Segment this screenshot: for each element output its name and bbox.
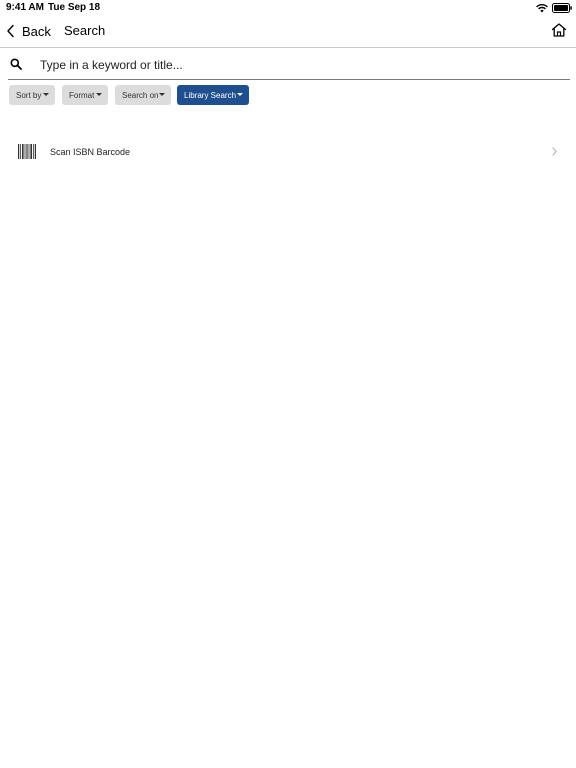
caret-down-icon [237,93,243,96]
back-label: Back [22,23,51,39]
caret-down-icon [96,93,102,96]
search-bar [8,52,570,80]
barcode-icon [18,144,36,159]
search-icon [10,58,22,70]
search-on-dropdown[interactable]: Search on [115,85,171,105]
search-on-label: Search on [122,90,159,100]
battery-icon [552,3,572,13]
format-label: Format [69,90,95,100]
library-search-label: Library Search [184,90,237,100]
scan-isbn-label: Scan ISBN Barcode [50,147,131,157]
search-input[interactable] [40,54,560,76]
wifi-icon [536,3,548,13]
chevron-left-icon [7,24,14,38]
page-title: Search [64,23,106,38]
status-bar: 9:41 AM Tue Sep 18 [0,0,576,16]
caret-down-icon [159,93,165,96]
nav-bar: Back Search [0,16,576,48]
format-dropdown[interactable]: Format [62,85,108,105]
library-search-dropdown[interactable]: Library Search [177,85,249,105]
back-button[interactable]: Back [6,21,51,41]
chevron-right-icon [552,147,557,156]
sort-by-label: Sort by [16,90,42,100]
caret-down-icon [43,93,49,96]
scan-isbn-row[interactable]: Scan ISBN Barcode [0,137,576,167]
status-date: Tue Sep 18 [48,2,101,13]
status-time: 9:41 AM [6,2,44,13]
home-icon[interactable] [551,22,567,38]
sort-by-dropdown[interactable]: Sort by [9,85,55,105]
